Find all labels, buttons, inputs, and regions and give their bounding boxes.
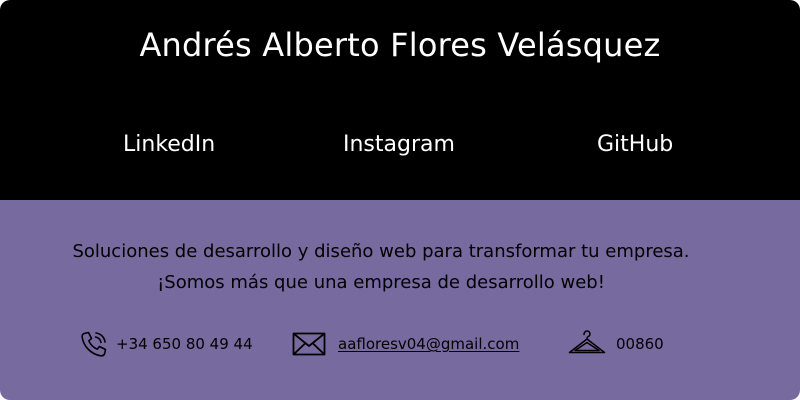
tagline-line-1: Soluciones de desarrollo y diseño web pa…: [72, 241, 690, 262]
github-link[interactable]: GitHub: [597, 130, 673, 160]
linkedin-link[interactable]: LinkedIn: [123, 130, 215, 160]
footer-section: Soluciones de desarrollo y diseño web pa…: [0, 200, 800, 400]
phone-number: +34 650 80 49 44: [116, 335, 253, 353]
phone-icon: [78, 328, 110, 360]
phone-contact: +34 650 80 49 44: [78, 326, 253, 362]
tagline-line-2: ¡Somos más que una empresa de desarrollo…: [157, 272, 605, 293]
postal-code: 00860: [616, 335, 664, 353]
postal-contact: 00860: [568, 326, 664, 362]
email-link[interactable]: aafloresv04@gmail.com: [338, 335, 519, 353]
email-contact: aafloresv04@gmail.com: [292, 326, 519, 362]
header-section: Andrés Alberto Flores Velásquez LinkedIn…: [0, 0, 800, 200]
hanger-icon: [568, 329, 606, 359]
instagram-link[interactable]: Instagram: [343, 130, 455, 160]
page-title: Andrés Alberto Flores Velásquez: [139, 26, 661, 64]
contact-card: Andrés Alberto Flores Velásquez LinkedIn…: [0, 0, 800, 400]
envelope-icon: [292, 332, 326, 356]
